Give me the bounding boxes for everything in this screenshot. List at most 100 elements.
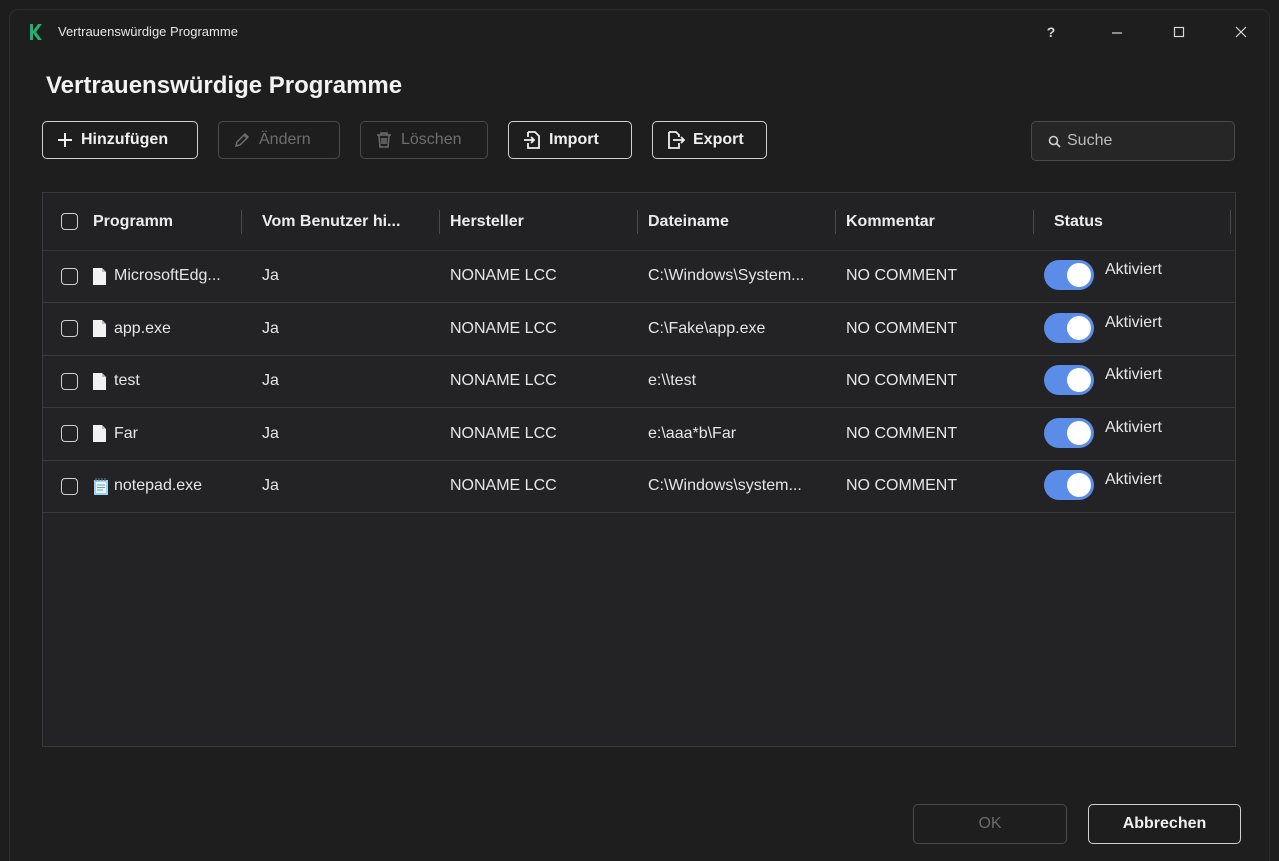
filename-cell: C:\Windows\System...	[648, 267, 805, 284]
status-label: Aktiviert	[1105, 261, 1162, 278]
status-toggle[interactable]	[1044, 312, 1094, 343]
vendor-cell: NONAME LCC	[450, 319, 557, 337]
table-row[interactable]: notepad.exe Ja NONAME LCC C:\Windows\system…	[43, 460, 1235, 513]
program-cell: test	[93, 355, 140, 407]
status-toggle[interactable]	[1044, 470, 1094, 500]
status-label: Aktiviert	[1105, 418, 1162, 436]
program-name: MicrosoftEdg...	[114, 267, 221, 284]
comment-cell: NO COMMENT	[846, 477, 958, 494]
row-checkbox-cell	[61, 355, 78, 407]
program-name: Far	[114, 424, 138, 442]
filename-cell: C:\Fake\app.exe	[648, 319, 766, 337]
table-row[interactable]: MicrosoftEdg... Ja NONAME LCC C:\Windows\Sy…	[43, 250, 1235, 303]
file-icon	[93, 320, 106, 337]
search-input[interactable]	[1067, 132, 1217, 150]
row-checkbox[interactable]	[61, 425, 78, 442]
status-toggle[interactable]	[1044, 260, 1094, 290]
table-header: Programm Vom Benutzer hi... Hersteller D…	[43, 193, 1235, 251]
column-divider[interactable]	[241, 210, 242, 234]
row-checkbox[interactable]	[61, 372, 78, 390]
vendor-cell: NONAME LCC	[450, 424, 557, 442]
title-bar: Vertrauenswürdige Programme ?	[10, 10, 1269, 54]
column-divider[interactable]	[835, 210, 836, 234]
table-row[interactable]: test Ja NONAME LCC e:\\test NO COMMENT Aktivi…	[43, 355, 1235, 408]
column-divider[interactable]	[637, 210, 638, 234]
column-header-by-user[interactable]: Vom Benutzer hi...	[262, 193, 400, 250]
add-button[interactable]: Hinzufügen	[42, 121, 198, 159]
kaspersky-logo-icon	[30, 24, 42, 40]
select-all-checkbox[interactable]	[61, 213, 78, 230]
help-button[interactable]: ?	[1028, 18, 1074, 46]
by-user-cell: Ja	[262, 319, 279, 337]
status-toggle[interactable]	[1044, 417, 1094, 448]
by-user-cell: Ja	[262, 477, 279, 494]
column-header-status[interactable]: Status	[1054, 193, 1103, 250]
by-user-cell: Ja	[262, 372, 279, 389]
search-icon	[1048, 135, 1061, 148]
column-header-comment[interactable]: Kommentar	[846, 193, 935, 250]
table-row[interactable]: Far Ja NONAME LCC e:\aaa*b\Far NO COMMENT Akt…	[43, 408, 1235, 461]
filename-cell: e:\\test	[648, 372, 697, 389]
notepad-icon	[93, 477, 108, 495]
ok-button[interactable]: OK	[913, 804, 1067, 844]
toggle-knob	[1067, 368, 1091, 392]
toggle-knob	[1067, 420, 1091, 445]
status-label: Aktiviert	[1105, 313, 1162, 331]
close-icon	[1235, 26, 1247, 38]
export-button[interactable]: Export	[652, 121, 767, 159]
edit-button-label: Ändern	[259, 131, 311, 148]
comment-cell: NO COMMENT	[846, 372, 958, 389]
maximize-icon	[1173, 26, 1185, 38]
column-header-filename[interactable]: Dateiname	[648, 193, 729, 250]
toggle-knob	[1067, 315, 1091, 340]
by-user-cell: Ja	[262, 267, 279, 284]
filename-cell: e:\aaa*b\Far	[648, 424, 737, 442]
row-checkbox-cell	[61, 250, 78, 302]
program-cell: Far	[93, 408, 138, 460]
edit-button[interactable]: Ändern	[218, 121, 340, 159]
program-name: notepad.exe	[114, 477, 203, 494]
column-divider[interactable]	[1033, 210, 1034, 234]
row-checkbox-cell	[61, 408, 78, 460]
import-icon	[524, 131, 540, 149]
cancel-button[interactable]: Abbrechen	[1088, 804, 1241, 844]
column-header-program[interactable]: Programm	[93, 193, 173, 250]
row-checkbox[interactable]	[61, 267, 78, 285]
status-label: Aktiviert	[1105, 366, 1162, 383]
program-name: test	[114, 372, 140, 389]
toggle-knob	[1067, 263, 1091, 287]
column-divider[interactable]	[1230, 210, 1231, 234]
pencil-icon	[234, 132, 250, 148]
trash-icon	[377, 132, 391, 148]
export-button-label: Export	[693, 131, 744, 148]
status-label: Aktiviert	[1105, 471, 1162, 488]
toggle-knob	[1067, 473, 1091, 497]
program-cell: app.exe	[93, 303, 171, 355]
select-all-checkbox-cell	[61, 193, 78, 250]
delete-button[interactable]: Löschen	[360, 121, 488, 159]
by-user-cell: Ja	[262, 424, 279, 442]
export-icon	[668, 131, 685, 149]
file-icon	[93, 372, 106, 390]
window-title: Vertrauenswürdige Programme	[58, 24, 238, 39]
program-cell: MicrosoftEdg...	[93, 250, 221, 302]
import-button[interactable]: Import	[508, 121, 632, 159]
status-toggle[interactable]	[1044, 365, 1094, 395]
minimize-button[interactable]	[1094, 18, 1140, 46]
column-divider[interactable]	[439, 210, 440, 234]
maximize-button[interactable]	[1156, 18, 1202, 46]
row-checkbox[interactable]	[61, 477, 78, 495]
program-name: app.exe	[114, 319, 171, 337]
program-cell: notepad.exe	[93, 460, 202, 512]
vendor-cell: NONAME LCC	[450, 477, 557, 494]
search-box[interactable]	[1031, 121, 1235, 161]
close-button[interactable]	[1218, 18, 1264, 46]
comment-cell: NO COMMENT	[846, 267, 958, 284]
table-row[interactable]: app.exe Ja NONAME LCC C:\Fake\app.exe NO COM…	[43, 303, 1235, 356]
import-button-label: Import	[549, 131, 599, 148]
row-checkbox[interactable]	[61, 320, 78, 337]
column-header-vendor[interactable]: Hersteller	[450, 193, 524, 250]
vendor-cell: NONAME LCC	[450, 267, 557, 284]
add-button-label: Hinzufügen	[81, 131, 169, 148]
file-icon	[93, 425, 106, 442]
